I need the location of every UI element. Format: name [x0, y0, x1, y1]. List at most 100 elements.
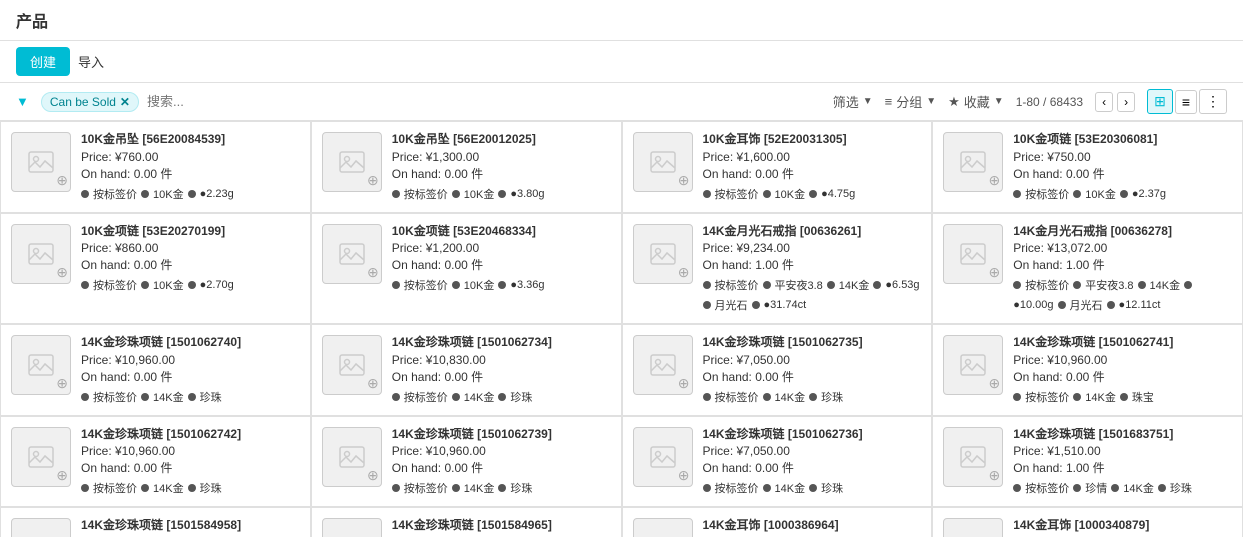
product-card[interactable]: ⊕ 10K金项链 [53E20306081]Price: ¥750.00On ha… [932, 121, 1243, 213]
tag-dot [1138, 281, 1146, 289]
add-image-icon[interactable]: ⊕ [678, 375, 690, 392]
product-card[interactable]: ⊕14K金耳饰 [1000340879]Price: ¥459.00On han… [932, 507, 1243, 537]
tag-dot [763, 281, 771, 289]
import-button[interactable]: 导入 [78, 52, 104, 71]
product-info: 14K金月光石戒指 [00636278]Price: ¥13,072.00On … [1013, 224, 1232, 314]
tag-dot [141, 484, 149, 492]
product-info: 10K金吊坠 [56E20084539]Price: ¥760.00On han… [81, 132, 300, 202]
product-name: 10K金吊坠 [56E20012025] [392, 132, 611, 148]
tag-dot [809, 393, 817, 401]
top-bar: 产品 [0, 0, 1243, 41]
product-price: Price: ¥3,560.00 [81, 536, 300, 537]
product-image: ⊕ [322, 132, 382, 192]
filter-tag-label: Can be Sold [50, 95, 116, 109]
add-image-icon[interactable]: ⊕ [989, 264, 1001, 281]
product-card[interactable]: ⊕14K金珍珠项链 [1501062734]Price: ¥10,830.00O… [311, 324, 622, 416]
add-image-icon[interactable]: ⊕ [367, 467, 379, 484]
product-card[interactable]: ⊕ 10K金吊坠 [56E20084539]Price: ¥760.00On ha… [0, 121, 311, 213]
product-card[interactable]: ⊕10K金项链 [53E20468334]Price: ¥1,200.00On … [311, 213, 622, 325]
group-button[interactable]: ≡ 分组 ▼ [885, 92, 937, 111]
add-image-icon[interactable]: ⊕ [367, 375, 379, 392]
product-stock: On hand: 0.00 件 [81, 256, 300, 273]
product-tags: 按标签价14K金珍珠 [392, 389, 611, 405]
tag-label: 14K金 [775, 480, 806, 496]
product-name: 10K金耳饰 [52E20031305] [703, 132, 922, 148]
product-card[interactable]: ⊕10K金项链 [53E20270199]Price: ¥860.00On ha… [0, 213, 311, 325]
add-image-icon[interactable]: ⊕ [678, 172, 690, 189]
product-card[interactable]: ⊕ 14K金珍珠项链 [1501062740]Price: ¥10,960.00O… [0, 324, 311, 416]
product-name: 14K金珍珠项链 [1501062735] [703, 335, 922, 351]
product-name: 14K金珍珠项链 [1501062734] [392, 335, 611, 351]
group-btn-label: 分组 [896, 92, 922, 111]
product-card[interactable]: ⊕14K金珍珠项链 [1501584965]Price: ¥3,030.00On… [311, 507, 622, 537]
tag-dot [763, 393, 771, 401]
product-card[interactable]: ⊕10K金吊坠 [56E20012025]Price: ¥1,300.00On … [311, 121, 622, 213]
more-view-button[interactable]: ⋮ [1199, 89, 1227, 114]
main-content: ⊕ 10K金吊坠 [56E20084539]Price: ¥760.00On ha… [0, 121, 1243, 537]
tag-label: 按标签价 [404, 389, 448, 405]
tag-dot [452, 484, 460, 492]
favorites-button[interactable]: ★ 收藏 ▼ [948, 92, 1004, 111]
tag-dot [452, 190, 460, 198]
next-page-button[interactable]: › [1117, 92, 1135, 112]
add-image-icon[interactable]: ⊕ [989, 172, 1001, 189]
product-info: 10K金项链 [53E20306081]Price: ¥750.00On han… [1013, 132, 1232, 202]
add-image-icon[interactable]: ⊕ [367, 264, 379, 281]
add-image-icon[interactable]: ⊕ [678, 264, 690, 281]
product-stock: On hand: 1.00 件 [1013, 459, 1232, 476]
add-image-icon[interactable]: ⊕ [678, 467, 690, 484]
product-price: Price: ¥10,960.00 [81, 444, 300, 458]
tag-label: 14K金 [153, 480, 184, 496]
product-image: ⊕ [943, 427, 1003, 487]
tag-label: 10K金 [153, 186, 184, 202]
grid-view-button[interactable]: ⊞ [1147, 89, 1173, 114]
product-image: ⊕ [633, 224, 693, 284]
tag-dot [498, 190, 506, 198]
product-card[interactable]: ⊕14K金珍珠项链 [1501584958]Price: ¥3,560.00On… [0, 507, 311, 537]
product-card[interactable]: ⊕14K金月光石戒指 [00636261]Price: ¥9,234.00On … [622, 213, 933, 325]
product-card[interactable]: ⊕ 14K金月光石戒指 [00636278]Price: ¥13,072.00On… [932, 213, 1243, 325]
add-image-icon[interactable]: ⊕ [56, 375, 68, 392]
add-image-icon[interactable]: ⊕ [989, 467, 1001, 484]
add-image-icon[interactable]: ⊕ [56, 264, 68, 281]
add-image-icon[interactable]: ⊕ [989, 375, 1001, 392]
product-name: 14K金珍珠项链 [1501683751] [1013, 427, 1232, 443]
add-image-icon[interactable]: ⊕ [56, 172, 68, 189]
product-image: ⊕ [943, 224, 1003, 284]
tag-label: 平安夜3.8 [1085, 277, 1133, 293]
product-grid: ⊕ 10K金吊坠 [56E20084539]Price: ¥760.00On ha… [0, 121, 1243, 537]
add-image-icon[interactable]: ⊕ [367, 172, 379, 189]
product-card[interactable]: ⊕14K金珍珠项链 [1501683751]Price: ¥1,510.00On… [932, 416, 1243, 508]
product-card[interactable]: ⊕14K金珍珠项链 [1501062739]Price: ¥10,960.00O… [311, 416, 622, 508]
tag-label: ●10.00g [1013, 299, 1053, 311]
product-image: ⊕ [11, 518, 71, 537]
product-image: ⊕ [322, 224, 382, 284]
search-input[interactable] [147, 94, 267, 109]
active-filter-tag[interactable]: Can be Sold ✕ [41, 92, 139, 112]
product-image: ⊕ [943, 335, 1003, 395]
add-image-icon[interactable]: ⊕ [56, 467, 68, 484]
product-card[interactable]: ⊕ 14K金珍珠项链 [1501062735]Price: ¥7,050.00On… [622, 324, 933, 416]
product-card[interactable]: ⊕14K金珍珠项链 [1501062736]Price: ¥7,050.00On… [622, 416, 933, 508]
tag-dot [873, 281, 881, 289]
product-tags: 按标签价10K金●2.37g [1013, 186, 1232, 202]
product-tags: 按标签价14K金珠宝 [1013, 389, 1232, 405]
filter-remove-icon[interactable]: ✕ [120, 95, 130, 109]
tag-dot [81, 484, 89, 492]
tag-dot [498, 484, 506, 492]
filter-button[interactable]: 筛选 ▼ [833, 92, 873, 111]
product-card[interactable]: ⊕14K金耳饰 [1000386964]Price: ¥459.00On han… [622, 507, 933, 537]
product-card[interactable]: ⊕14K金珍珠项链 [1501062741]Price: ¥10,960.00O… [932, 324, 1243, 416]
tag-label: 14K金 [1150, 277, 1181, 293]
product-info: 14K金珍珠项链 [1501062740]Price: ¥10,960.00On… [81, 335, 300, 405]
create-button[interactable]: 创建 [16, 47, 70, 76]
product-name: 14K金耳饰 [1000340879] [1013, 518, 1232, 534]
prev-page-button[interactable]: ‹ [1095, 92, 1113, 112]
product-stock: On hand: 0.00 件 [392, 165, 611, 182]
product-card[interactable]: ⊕10K金耳饰 [52E20031305]Price: ¥1,600.00On … [622, 121, 933, 213]
group-arrow-icon: ▼ [926, 96, 936, 107]
product-name: 14K金珍珠项链 [1501062741] [1013, 335, 1232, 351]
product-info: 14K金珍珠项链 [1501062735]Price: ¥7,050.00On … [703, 335, 922, 405]
product-card[interactable]: ⊕14K金珍珠项链 [1501062742]Price: ¥10,960.00O… [0, 416, 311, 508]
list-view-button[interactable]: ≡ [1175, 90, 1197, 114]
